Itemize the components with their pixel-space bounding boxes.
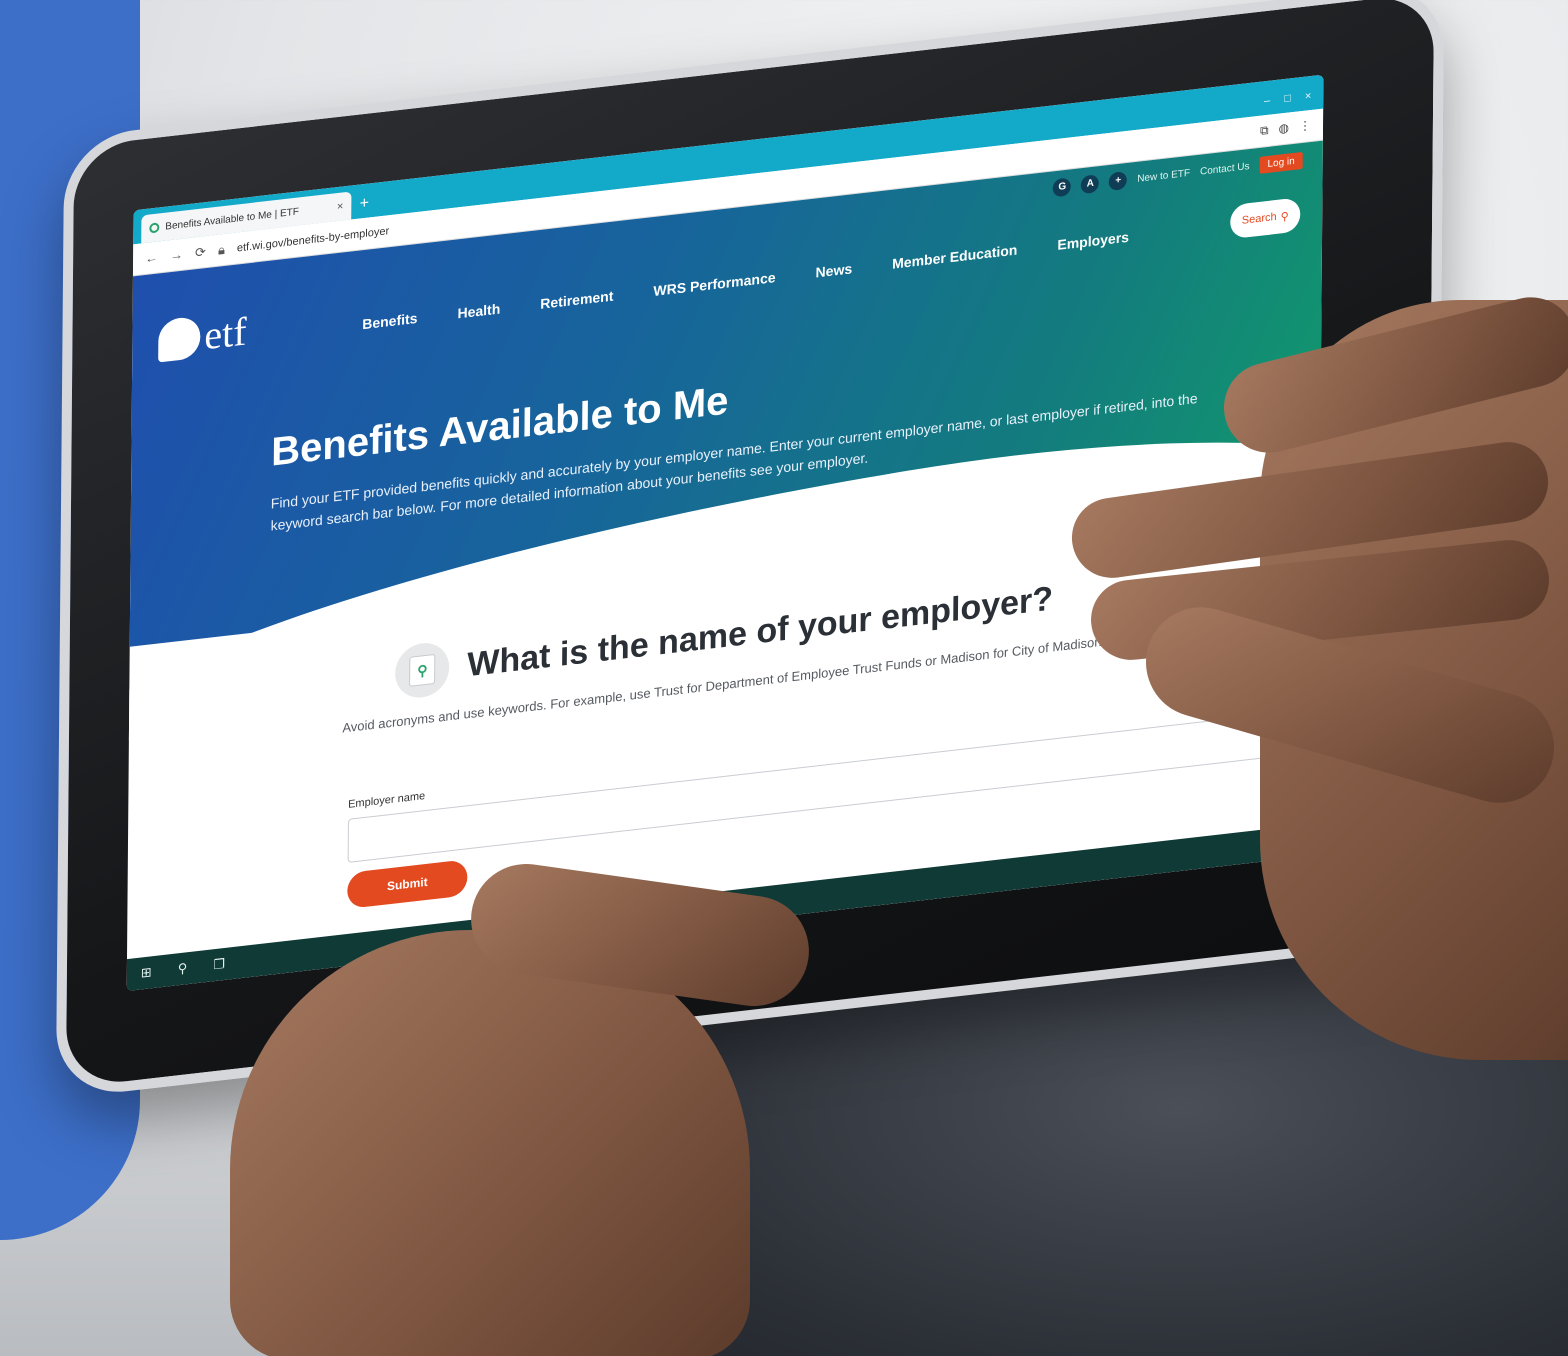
extension-icon[interactable]: ⧉	[1260, 123, 1269, 139]
nav-retirement[interactable]: Retirement	[540, 288, 613, 312]
task-view-icon[interactable]: ❐	[213, 956, 225, 973]
nav-benefits[interactable]: Benefits	[362, 310, 417, 332]
magnifier-icon: ⚲	[409, 653, 436, 687]
etf-logo[interactable]: etf	[158, 307, 247, 364]
new-tab-button[interactable]: +	[351, 188, 377, 219]
main-navigation: Benefits Health Retirement WRS Performan…	[362, 229, 1129, 332]
etf-favicon-icon	[149, 222, 160, 234]
nav-health[interactable]: Health	[457, 300, 500, 321]
nav-news[interactable]: News	[816, 260, 853, 280]
accessibility-icon[interactable]: A	[1081, 174, 1100, 195]
forward-arrow-icon[interactable]: →	[170, 247, 183, 263]
submit-button[interactable]: Submit	[347, 859, 468, 909]
tab-close-icon[interactable]: ×	[337, 200, 344, 213]
taskbar-search-icon[interactable]: ⚲	[178, 960, 188, 977]
browser-toolbar-icons: ⧉ ◍ ⋮	[1260, 118, 1311, 139]
logo-text: etf	[204, 308, 247, 359]
text-size-icon[interactable]: +	[1109, 170, 1128, 192]
reload-icon[interactable]: ⟳	[195, 244, 206, 261]
search-button[interactable]: Search ⚲	[1230, 197, 1301, 240]
translate-icon[interactable]: G	[1053, 177, 1072, 198]
tree-logo-icon	[158, 315, 201, 362]
nav-member-education[interactable]: Member Education	[892, 241, 1017, 271]
login-button[interactable]: Log in	[1259, 151, 1303, 174]
document-search-icon: ⚲	[395, 640, 450, 701]
close-window-button[interactable]: ×	[1305, 90, 1312, 103]
nav-wrs-performance[interactable]: WRS Performance	[653, 269, 775, 299]
lock-icon: 🔒︎	[217, 241, 225, 258]
profile-icon[interactable]: ◍	[1278, 120, 1289, 136]
back-arrow-icon[interactable]: ←	[145, 249, 158, 265]
nav-employers[interactable]: Employers	[1057, 229, 1129, 253]
menu-icon[interactable]: ⋮	[1299, 118, 1311, 134]
search-label: Search	[1241, 210, 1277, 227]
new-to-etf-link[interactable]: New to ETF	[1137, 167, 1190, 184]
windows-start-icon[interactable]: ⊞	[141, 964, 152, 981]
maximize-button[interactable]: □	[1284, 92, 1291, 105]
contact-us-link[interactable]: Contact Us	[1200, 161, 1250, 178]
minimize-button[interactable]: –	[1264, 95, 1270, 108]
search-icon: ⚲	[1280, 210, 1289, 223]
